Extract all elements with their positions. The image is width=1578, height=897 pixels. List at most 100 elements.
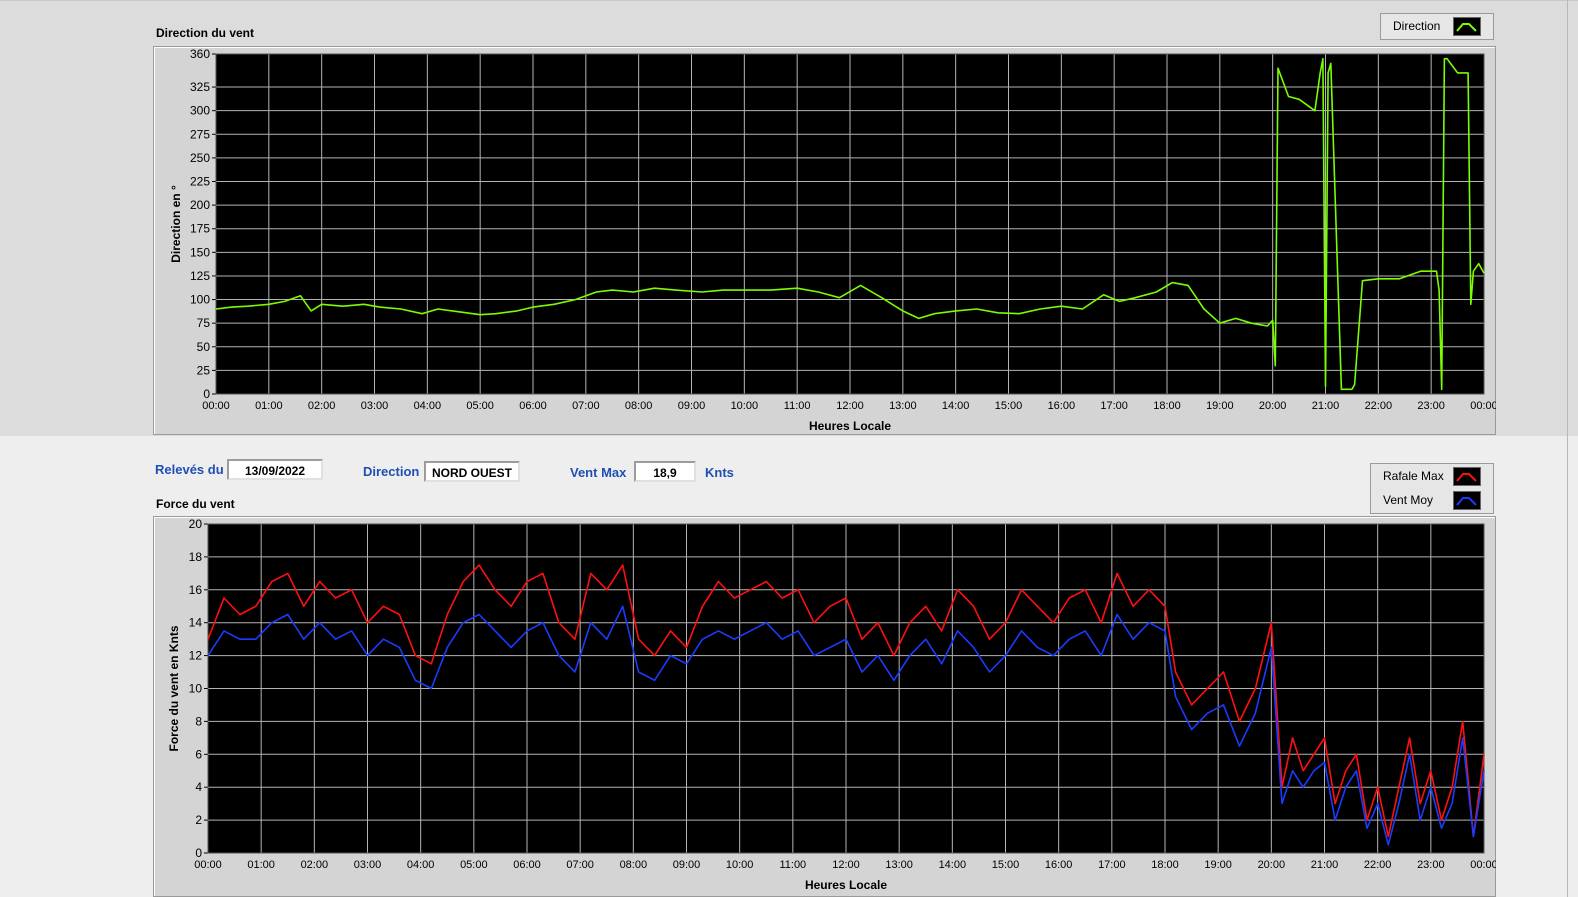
x-tick-label: 00:00: [202, 400, 230, 412]
x-tick-label: 06:00: [519, 400, 547, 412]
y-axis-label: Force du vent en Knts: [167, 625, 181, 751]
x-tick-label: 16:00: [1045, 859, 1073, 871]
y-tick-label: 2: [195, 813, 202, 827]
legend-label: Vent Moy: [1383, 493, 1434, 507]
x-tick-label: 01:00: [247, 859, 275, 871]
x-tick-label: 18:00: [1153, 400, 1181, 412]
direction-field[interactable]: NORD OUEST: [424, 461, 520, 482]
x-tick-label: 18:00: [1151, 859, 1179, 871]
y-tick-label: 75: [197, 316, 211, 330]
x-tick-label: 23:00: [1417, 400, 1445, 412]
x-tick-label: 19:00: [1204, 859, 1232, 871]
x-tick-label: 13:00: [885, 859, 913, 871]
window-divider: [1567, 0, 1568, 897]
date-field[interactable]: 13/09/2022: [227, 459, 323, 480]
legend-item-rafale-max[interactable]: Rafale Max: [1371, 465, 1493, 487]
y-tick-label: 325: [190, 80, 210, 94]
ventmax-label: Vent Max: [570, 465, 627, 480]
line-swatch-icon: [1453, 467, 1481, 486]
y-axis-label: Direction en °: [169, 185, 183, 263]
x-tick-label: 15:00: [995, 400, 1023, 412]
direction-chart-title: Direction du vent: [156, 26, 255, 40]
y-tick-label: 20: [189, 517, 203, 531]
y-tick-label: 4: [195, 780, 202, 794]
y-tick-label: 200: [190, 198, 210, 212]
y-tick-label: 14: [189, 616, 203, 630]
y-tick-label: 0: [195, 846, 202, 860]
x-tick-label: 16:00: [1048, 400, 1076, 412]
force-legend[interactable]: Rafale Max Vent Moy: [1370, 463, 1494, 514]
x-tick-label: 00:00: [1470, 400, 1496, 412]
y-tick-label: 360: [190, 47, 210, 61]
x-tick-label: 04:00: [414, 400, 442, 412]
x-axis-label: Heures Locale: [809, 419, 891, 433]
line-swatch-icon: [1453, 17, 1481, 36]
y-tick-label: 6: [195, 747, 202, 761]
x-tick-label: 05:00: [460, 859, 488, 871]
ventmax-unit: Knts: [705, 465, 734, 480]
legend-label: Rafale Max: [1383, 469, 1444, 483]
direction-chart: 00:00 01:00 02:00 03:00 04:00 05:00 06:00 07:00…: [169, 47, 1496, 433]
y-tick-label: 100: [190, 293, 210, 307]
y-tick-label: 10: [189, 682, 203, 696]
x-tick-label: 00:00: [194, 859, 222, 871]
x-tick-label: 10:00: [726, 859, 754, 871]
x-tick-label: 12:00: [832, 859, 860, 871]
x-tick-label: 17:00: [1100, 400, 1128, 412]
x-tick-label: 15:00: [992, 859, 1020, 871]
direction-legend[interactable]: Direction: [1380, 13, 1494, 40]
x-tick-label: 19:00: [1206, 400, 1234, 412]
x-tick-label: 21:00: [1312, 400, 1340, 412]
y-tick-label: 175: [190, 222, 210, 236]
x-tick-label: 22:00: [1364, 859, 1392, 871]
x-tick-label: 08:00: [625, 400, 653, 412]
y-tick-label: 275: [190, 127, 210, 141]
force-chart-title: Force du vent: [156, 497, 235, 511]
y-tick-label: 12: [189, 649, 203, 663]
y-tick-label: 8: [195, 714, 202, 728]
x-tick-label: 11:00: [779, 859, 806, 871]
x-tick-label: 11:00: [784, 400, 811, 412]
y-tick-label: 250: [190, 151, 210, 165]
y-tick-label: 300: [190, 104, 210, 118]
x-tick-label: 01:00: [255, 400, 283, 412]
x-tick-label: 05:00: [466, 400, 494, 412]
x-tick-label: 03:00: [361, 400, 389, 412]
force-chart: 00:00 01:00 02:00 03:00 04:00 05:00 06:00 07:00…: [167, 517, 1496, 892]
x-tick-label: 03:00: [354, 859, 382, 871]
y-tick-label: 150: [190, 245, 210, 259]
x-tick-label: 07:00: [572, 400, 600, 412]
x-tick-label: 04:00: [407, 859, 435, 871]
x-tick-label: 09:00: [678, 400, 706, 412]
x-tick-label: 06:00: [513, 859, 541, 871]
y-tick-label: 18: [189, 550, 203, 564]
direction-label: Direction: [363, 464, 420, 479]
y-tick-label: 125: [190, 269, 210, 283]
x-tick-label: 21:00: [1311, 859, 1339, 871]
legend-item-vent-moy[interactable]: Vent Moy: [1371, 489, 1493, 511]
y-tick-label: 50: [197, 340, 211, 354]
x-tick-label: 07:00: [566, 859, 594, 871]
y-tick-label: 225: [190, 175, 210, 189]
legend-label: Direction: [1393, 19, 1441, 33]
x-tick-label: 14:00: [942, 400, 970, 412]
x-tick-label: 12:00: [836, 400, 864, 412]
x-tick-label: 22:00: [1365, 400, 1393, 412]
x-tick-label: 14:00: [939, 859, 967, 871]
x-tick-label: 23:00: [1417, 859, 1445, 871]
x-tick-label: 08:00: [620, 859, 648, 871]
x-tick-label: 20:00: [1259, 400, 1287, 412]
x-tick-label: 09:00: [673, 859, 701, 871]
y-tick-label: 0: [203, 387, 210, 401]
y-tick-label: 16: [189, 583, 203, 597]
legend-item-direction[interactable]: Direction: [1381, 15, 1493, 37]
x-tick-label: 02:00: [308, 400, 336, 412]
x-tick-label: 13:00: [889, 400, 917, 412]
x-tick-label: 00:00: [1470, 859, 1496, 871]
y-tick-label: 25: [197, 363, 211, 377]
x-tick-label: 02:00: [301, 859, 329, 871]
ventmax-field[interactable]: 18,9: [634, 461, 696, 482]
x-tick-label: 20:00: [1258, 859, 1286, 871]
date-label: Relevés du: [155, 462, 224, 477]
line-swatch-icon: [1453, 491, 1481, 510]
